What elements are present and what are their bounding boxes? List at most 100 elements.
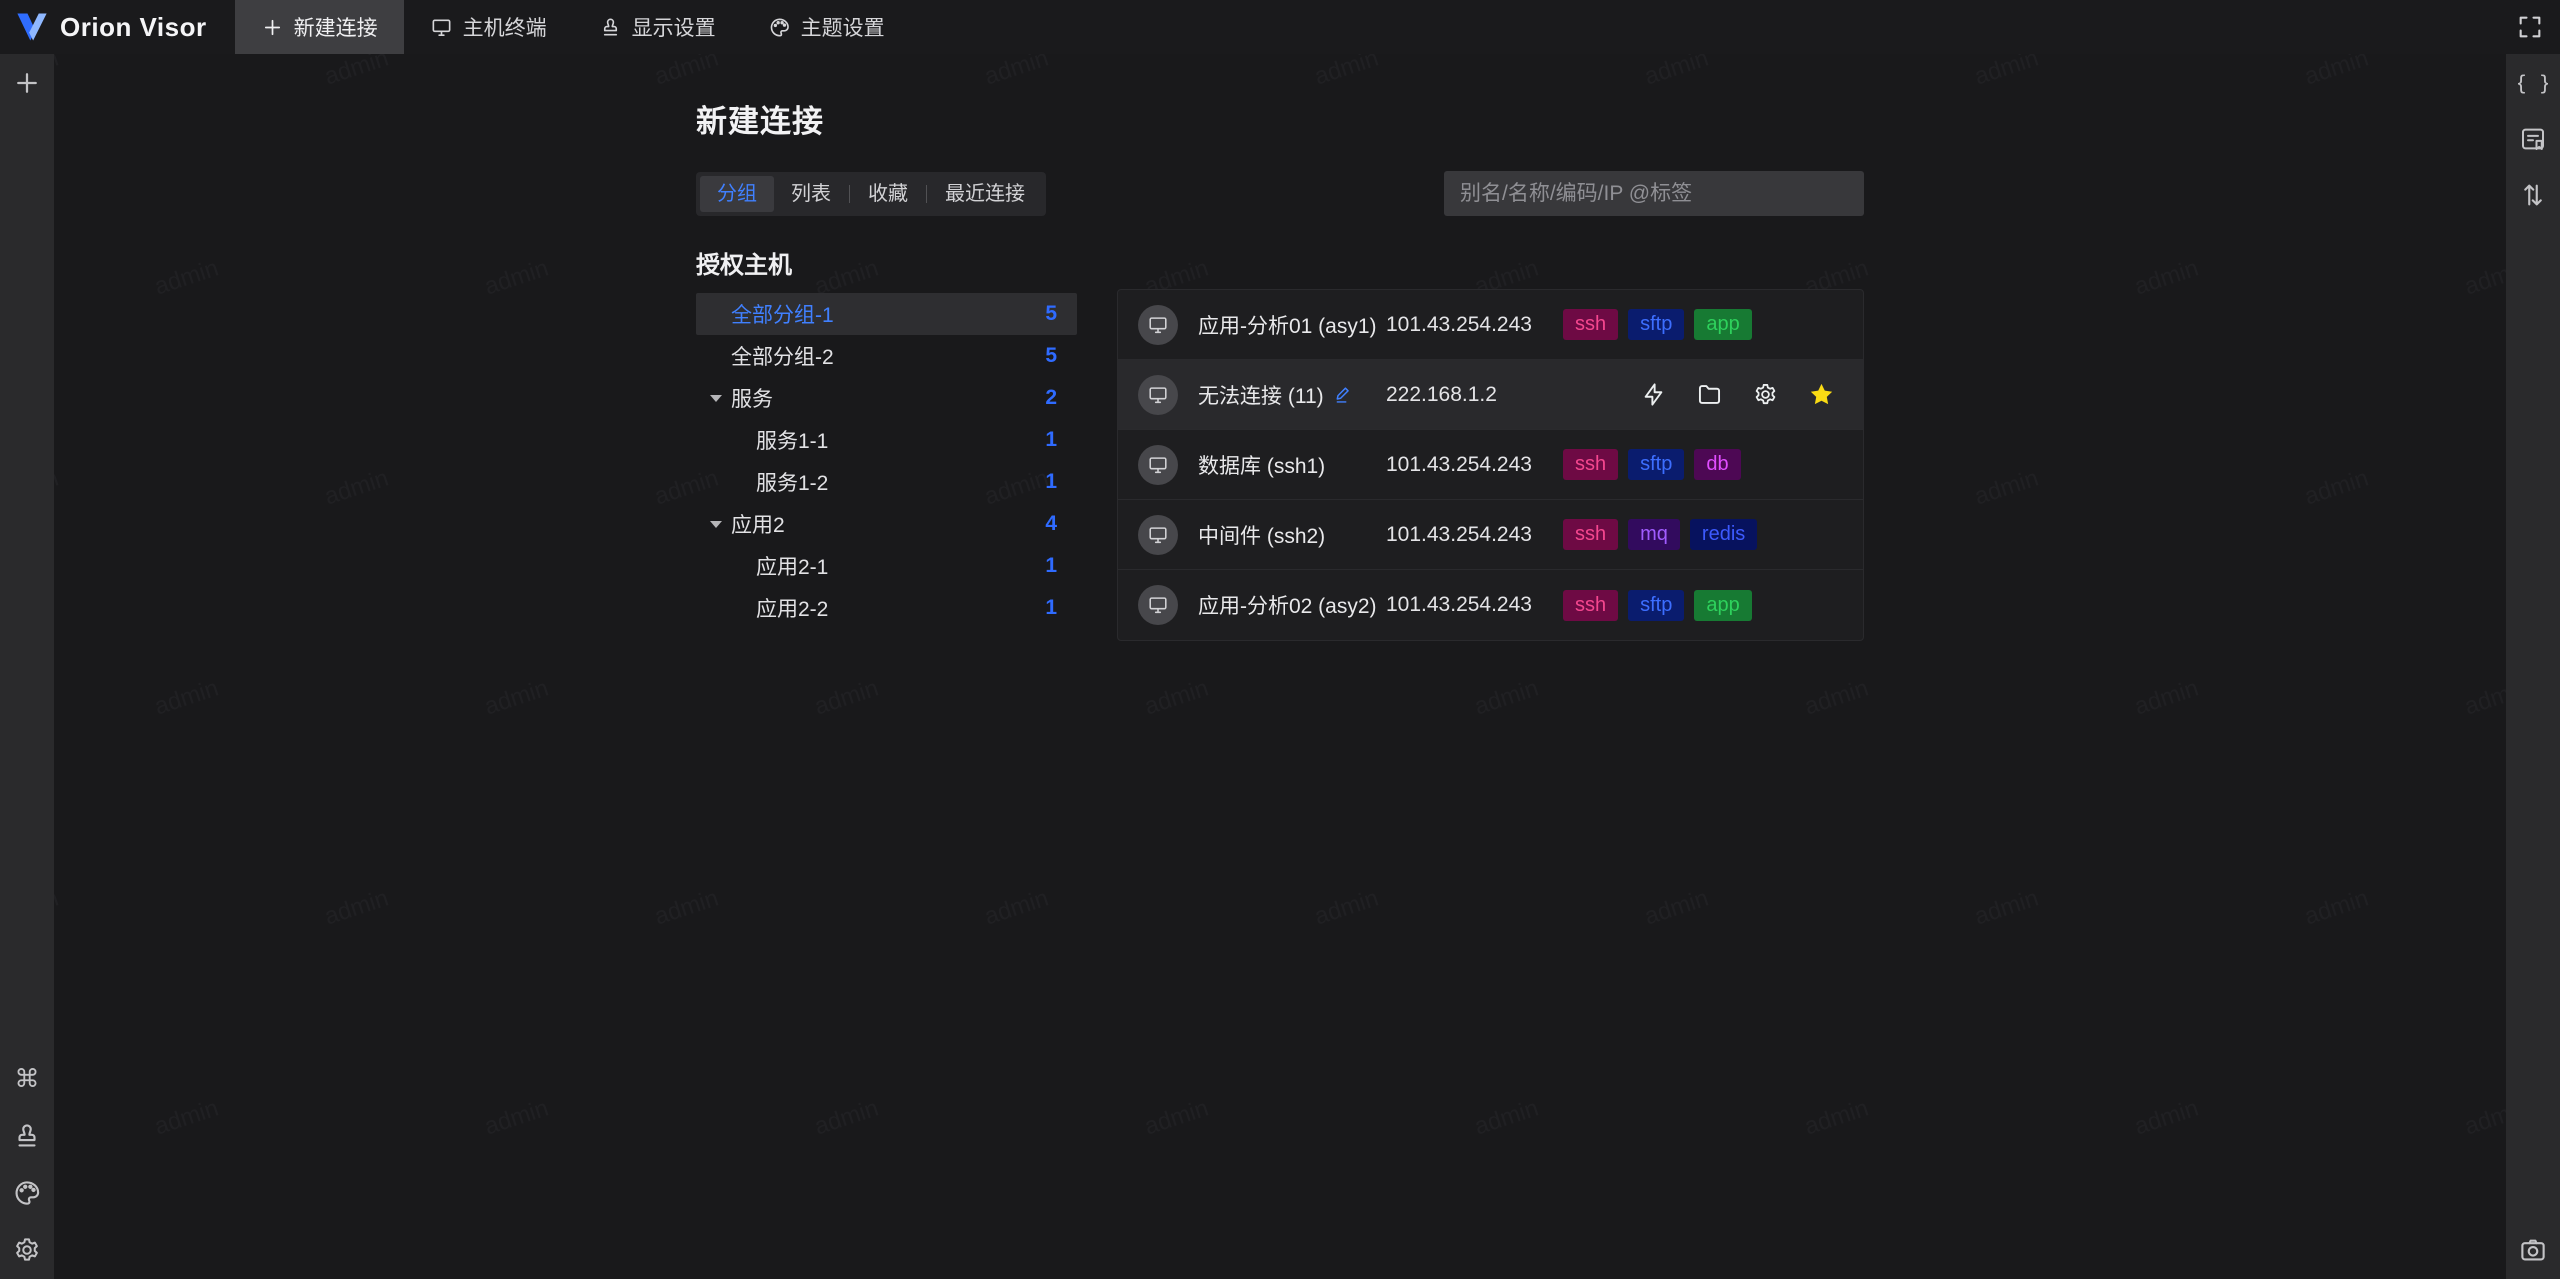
tree-item-5[interactable]: 服务1-2 1 [696,461,1077,503]
form-button[interactable] [2518,124,2548,154]
watermark-text: admin [1801,675,1872,722]
tree-item-count: 2 [1045,386,1057,409]
host-name: 应用-分析01 (asy1) [1198,310,1386,340]
plus-icon [12,68,42,98]
tree-item-count: 5 [1045,302,1057,325]
command-button[interactable]: ⌘ [12,1064,42,1094]
watermark-text: admin [481,675,552,722]
stamp-button[interactable] [12,1121,42,1151]
watermark-text: admin [2461,255,2506,302]
topbar: Orion Visor 新建连接 主机终端 显示设置 主题设置 [0,0,2560,54]
braces-button[interactable]: { } [2518,68,2548,98]
sort-button[interactable] [2518,180,2548,210]
palette-button[interactable] [12,1178,42,1208]
tree-item-label: 应用2-2 [756,598,829,621]
right-sidebar-top: { } [2518,68,2548,210]
watermark-text: admin [151,675,222,722]
command-icon: ⌘ [12,1064,42,1094]
tree-item-count: 1 [1045,596,1057,619]
host-actions [1640,381,1835,408]
tree-item-3[interactable]: 服务 2 [696,377,1077,419]
braces-icon: { } [2518,68,2548,98]
watermark-text: admin [54,885,62,932]
monitor-icon [1147,594,1169,616]
tree-item-2[interactable]: 全部分组-2 5 [696,335,1077,377]
watermark-text: admin [2131,675,2202,722]
view-tabs: 分组 列表 收藏 最近连接 [696,171,1046,216]
host-avatar [1138,304,1178,345]
content: 新建连接 分组列表收藏最近连接 授权主机 全部分组-15全部分组-25服务2服务… [696,54,1864,641]
view-tab-1[interactable]: 分组 [700,175,774,212]
monitor-icon [430,16,453,39]
topbar-tab-label: 主题设置 [800,17,885,40]
topbar-tab-3[interactable]: 显示设置 [573,0,742,54]
monitor-icon [1147,384,1169,406]
tree-item-6[interactable]: 应用2 4 [696,503,1077,545]
tree-item-count: 4 [1045,512,1057,535]
host-row-5[interactable]: 应用-分析02 (asy2) 101.43.254.243 ssh sftp app [1118,570,1863,640]
search-input[interactable] [1444,171,1864,216]
view-tab-2[interactable]: 列表 [774,176,848,212]
host-name-text: 数据库 (ssh1) [1198,454,1326,478]
host-row-4[interactable]: 中间件 (ssh2) 101.43.254.243 ssh mq redis [1118,500,1863,570]
watermark-text: admin [481,255,552,302]
watermark-text: admin [1801,1095,1872,1142]
topbar-tab-2[interactable]: 主机终端 [404,0,573,54]
protocol-tag-app: app [1694,589,1752,621]
tree-item-8[interactable]: 应用2-2 1 [696,587,1077,629]
topbar-tab-label: 新建连接 [293,17,378,40]
folder-action-icon[interactable] [1696,381,1723,408]
controls-row: 分组 列表 收藏 最近连接 [696,171,1864,216]
tree-expand-arrow-icon[interactable] [710,521,722,528]
watermark-text: admin [151,255,222,302]
host-row-1[interactable]: 应用-分析01 (asy1) 101.43.254.243 ssh sftp app [1118,290,1863,360]
tree-item-label: 全部分组-2 [731,346,834,369]
left-sidebar: ⌘ [0,54,54,1279]
tree-item-count: 1 [1045,428,1057,451]
host-ip: 101.43.254.243 [1386,522,1532,546]
plus-button[interactable] [12,68,42,98]
tree-item-label: 全部分组-1 [731,304,834,327]
tree-item-7[interactable]: 应用2-1 1 [696,545,1077,587]
host-list: 应用-分析01 (asy1) 101.43.254.243 ssh sftp app 无法… [1117,289,1864,641]
gear-button[interactable] [12,1235,42,1265]
watermark-text: admin [2461,1095,2506,1142]
watermark-text: admin [811,1095,882,1142]
body-row: 授权主机 全部分组-1 5 全部分组-2 5 服务 2 服务1-1 1 服务1-2 1 应用2 4 应用… [696,245,1864,641]
watermark-text: admin [151,1095,222,1142]
protocol-tag-mq: mq [1628,519,1680,550]
host-row-2[interactable]: 无法连接 (11) 222.168.1.2 [1118,360,1863,430]
edit-name-icon[interactable] [1333,384,1354,405]
group-tree-panel: 授权主机 全部分组-1 5 全部分组-2 5 服务 2 服务1-1 1 服务1-2 1 应用2 4 应用… [696,245,1077,641]
tree-item-4[interactable]: 服务1-1 1 [696,419,1077,461]
watermark-text: admin [2131,1095,2202,1142]
host-name-text: 应用-分析01 (asy1) [1198,314,1377,338]
tree-expand-arrow-icon[interactable] [710,395,722,402]
host-name: 无法连接 (11) [1198,380,1386,410]
protocol-tag-ssh: ssh [1563,589,1619,621]
tree-item-label: 服务1-1 [756,430,829,453]
topbar-tab-label: 主机终端 [462,17,547,40]
page-title: 新建连接 [696,104,824,139]
gear-action-icon[interactable] [1752,381,1779,408]
tree-item-label: 应用2-1 [756,556,829,579]
fullscreen-icon[interactable] [2516,13,2544,41]
svg-text:⌘: ⌘ [15,1065,40,1093]
host-row-3[interactable]: 数据库 (ssh1) 101.43.254.243 ssh sftp db [1118,430,1863,500]
form-icon [2518,124,2548,154]
view-tab-3[interactable]: 收藏 [851,176,925,212]
tree-header: 授权主机 [696,252,792,279]
camera-button[interactable] [2518,1235,2548,1265]
lightning-action-icon[interactable] [1640,381,1667,408]
topbar-tab-1[interactable]: 新建连接 [234,0,404,54]
star-action-icon[interactable] [1808,381,1835,408]
view-tab-4[interactable]: 最近连接 [928,176,1042,212]
protocol-tag-sftp: sftp [1628,309,1685,340]
watermark-text: admin [651,885,722,932]
monitor-icon [1147,524,1169,546]
watermark-text: admin [1971,465,2042,512]
tree-item-1[interactable]: 全部分组-1 5 [696,293,1077,335]
plus-icon [261,16,284,39]
topbar-tab-4[interactable]: 主题设置 [742,0,911,54]
protocol-tag-sftp: sftp [1628,449,1685,480]
